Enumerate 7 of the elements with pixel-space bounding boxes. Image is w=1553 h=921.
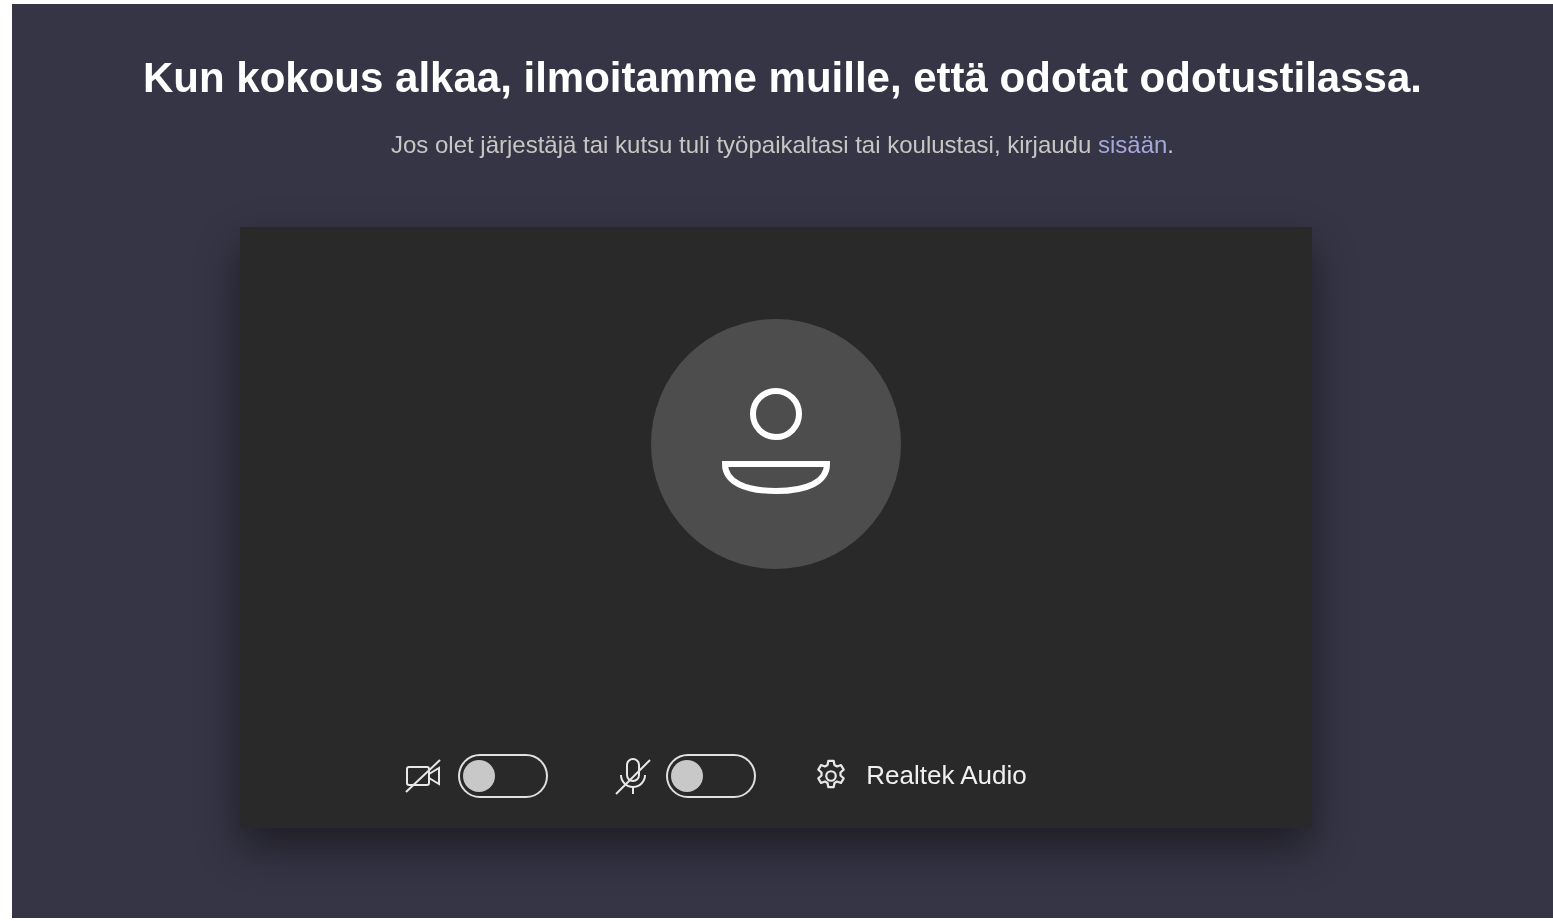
toggle-switch[interactable] <box>458 753 549 798</box>
sign-in-prompt: Jos olet järjestäjä tai kutsu tuli työpaikaltasi tai koulustasi, kirjaudu sisään. <box>390 129 1175 160</box>
toggle-switch[interactable] <box>666 753 757 798</box>
heading: Kun kokous alkaa, ilmoitamme muille, että odotat odotustilassa. <box>143 53 1422 103</box>
microphone-off-icon <box>614 755 653 796</box>
audio-device-button[interactable]: Realtek Audio <box>812 756 1027 795</box>
sign-in-link[interactable]: sisään <box>1098 130 1168 158</box>
